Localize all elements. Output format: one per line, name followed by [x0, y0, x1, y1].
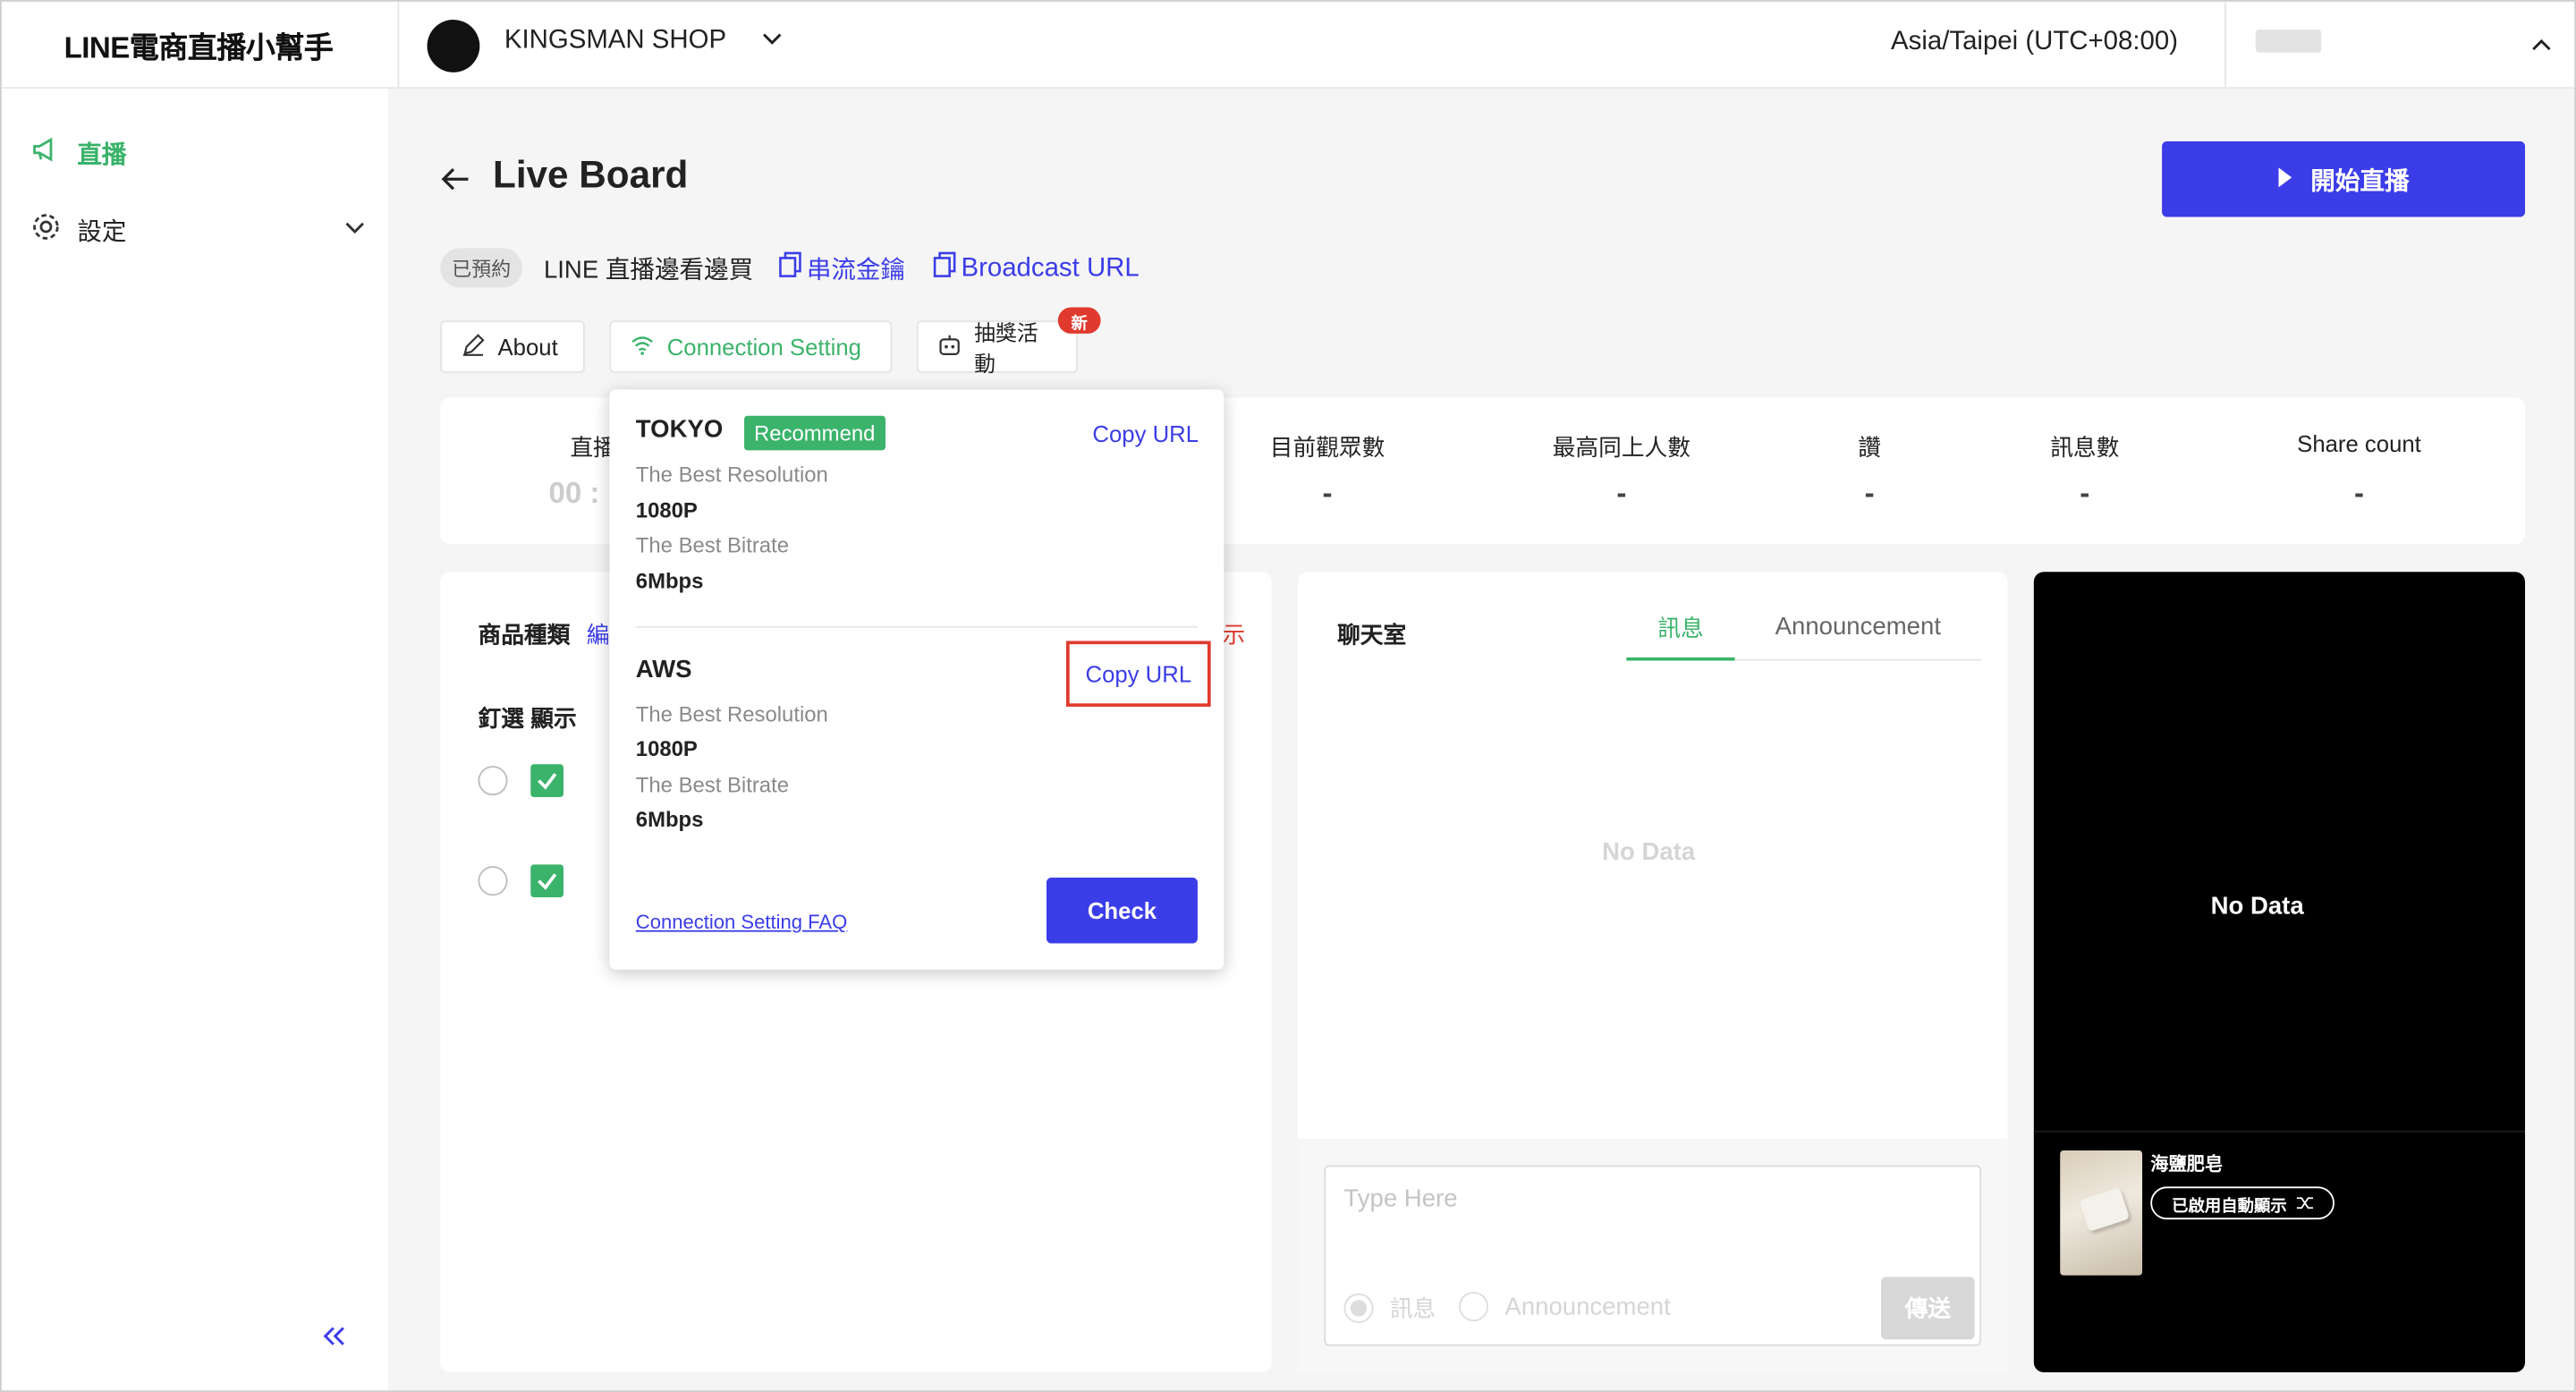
- connection-setting-popup: TOKYO Recommend Copy URL The Best Resolu…: [609, 389, 1224, 970]
- recommend-badge: Recommend: [744, 415, 886, 451]
- chevron-down-icon[interactable]: [759, 25, 785, 60]
- stat-value-duration: 00 :: [548, 476, 600, 510]
- top-bar: LINE電商直播小幫手 KINGSMAN SHOP Asia/Taipei (U…: [1, 1, 2575, 89]
- send-button[interactable]: 傳送: [1881, 1277, 1975, 1340]
- chat-empty-text: No Data: [1602, 837, 1696, 867]
- stat-label-likes: 讚: [1858, 433, 1882, 461]
- sidebar-item-settings[interactable]: 設定: [31, 212, 369, 250]
- chat-title: 聊天室: [1337, 621, 1407, 648]
- check-button[interactable]: Check: [1046, 878, 1198, 944]
- products-show-link[interactable]: 示: [1223, 618, 1246, 651]
- broadcast-url-label: Broadcast URL: [961, 253, 1140, 283]
- timezone-label: Asia/Taipei (UTC+08:00): [1891, 28, 2179, 56]
- copy-url-aws[interactable]: Copy URL: [1066, 641, 1211, 707]
- broadcast-url-link[interactable]: Broadcast URL: [933, 251, 1140, 286]
- stat-value-likes: -: [1864, 476, 1875, 510]
- radio-message-label: 訊息: [1389, 1294, 1436, 1322]
- chat-tab-announcement[interactable]: Announcement: [1734, 613, 1982, 661]
- collapse-sidebar-icon[interactable]: [318, 1321, 348, 1359]
- megaphone-icon: [31, 135, 61, 173]
- chat-input-box[interactable]: Type Here 訊息 Announcement 傳送: [1324, 1165, 1982, 1346]
- stat-value-share: -: [2353, 476, 2365, 510]
- tab-about[interactable]: About: [440, 320, 585, 374]
- sidebar-item-label: 設定: [77, 218, 127, 247]
- shuffle-icon: [2296, 1188, 2314, 1218]
- copy-icon: [933, 251, 956, 286]
- status-badge: 已預約: [440, 248, 523, 288]
- radio-message[interactable]: 訊息: [1343, 1292, 1436, 1325]
- sidebar-item-live[interactable]: 直播: [31, 135, 127, 173]
- start-live-button[interactable]: 開始直播: [2162, 140, 2526, 217]
- radio-selected-icon: [1343, 1293, 1374, 1323]
- auto-display-label: 已啟用自動顯示: [2172, 1197, 2287, 1216]
- res-label-aws: The Best Resolution: [635, 701, 828, 726]
- stat-value-viewers: -: [1322, 476, 1333, 510]
- display-checkbox[interactable]: [530, 864, 564, 898]
- chat-input-placeholder: Type Here: [1343, 1184, 1458, 1213]
- connection-faq-link[interactable]: Connection Setting FAQ: [636, 911, 847, 934]
- chevron-up-icon[interactable]: [2529, 31, 2555, 66]
- radio-announcement[interactable]: Announcement: [1458, 1291, 1671, 1322]
- chevron-down-icon: [342, 214, 368, 249]
- products-edit-link[interactable]: 編: [587, 618, 610, 651]
- chat-tab-messages[interactable]: 訊息: [1626, 611, 1735, 661]
- bitrate-value-aws: 6Mbps: [635, 807, 704, 832]
- copy-url-tokyo[interactable]: Copy URL: [1092, 420, 1199, 446]
- stat-label-share: Share count: [2297, 430, 2421, 457]
- server-name-tokyo: TOKYO: [635, 415, 724, 445]
- display-checkbox[interactable]: [530, 764, 564, 797]
- radio-unselected-icon: [1458, 1291, 1489, 1322]
- products-title: 商品種類: [478, 621, 571, 648]
- gear-icon: [31, 212, 61, 250]
- display-column-label: 顯示: [530, 705, 577, 732]
- video-empty-text: No Data: [2210, 892, 2304, 921]
- stream-key-label: 串流金鑰: [806, 256, 906, 284]
- pin-radio[interactable]: [478, 766, 508, 796]
- stat-value-peak: -: [1616, 476, 1627, 510]
- res-value-tokyo: 1080P: [635, 497, 698, 523]
- app-logo[interactable]: LINE電商直播小幫手: [64, 25, 334, 68]
- video-preview: No Data 海鹽肥皂 已啟用自動顯示: [2033, 572, 2526, 1372]
- bitrate-label-aws: The Best Bitrate: [635, 772, 790, 797]
- user-avatar-blurred[interactable]: [2255, 30, 2322, 53]
- back-arrow-icon[interactable]: [438, 163, 471, 204]
- stream-key-link[interactable]: 串流金鑰: [779, 251, 905, 286]
- robot-icon: [938, 333, 962, 361]
- pencil-icon: [462, 333, 485, 361]
- pin-radio[interactable]: [478, 866, 508, 896]
- server-name-aws: AWS: [635, 656, 692, 684]
- tab-about-label: About: [497, 333, 558, 361]
- wifi-icon: [631, 334, 654, 360]
- start-live-label: 開始直播: [2310, 166, 2410, 195]
- res-label-tokyo: The Best Resolution: [635, 462, 828, 487]
- chat-card: 聊天室 訊息 Announcement No Data Type Here 訊息…: [1297, 572, 2008, 1372]
- divider: [635, 625, 1198, 628]
- bitrate-value-tokyo: 6Mbps: [635, 568, 704, 594]
- stat-label-peak: 最高同上人數: [1552, 433, 1690, 461]
- tab-connection-label: Connection Setting: [666, 333, 862, 361]
- tab-lottery-label: 抽獎活動: [974, 320, 1038, 377]
- bitrate-label-tokyo: The Best Bitrate: [635, 532, 790, 557]
- auto-display-pill[interactable]: 已啟用自動顯示: [2150, 1186, 2334, 1220]
- new-badge: 新: [1057, 307, 1101, 334]
- shop-name[interactable]: KINGSMAN SHOP: [504, 26, 726, 55]
- tab-connection-setting[interactable]: Connection Setting: [609, 320, 893, 374]
- product-name: 海鹽肥皂: [2150, 1155, 2224, 1176]
- pin-column-label: 釘選: [478, 705, 524, 732]
- copy-icon: [779, 251, 802, 286]
- page-title: Live Board: [493, 152, 689, 196]
- live-name: LINE 直播邊看邊買: [543, 256, 754, 284]
- stat-label-messages: 訊息數: [2050, 433, 2120, 461]
- product-thumbnail: [2060, 1150, 2143, 1276]
- res-value-aws: 1080P: [635, 736, 698, 761]
- shop-avatar: [427, 20, 480, 72]
- product-overlay: [2033, 1130, 2526, 1133]
- tab-lottery[interactable]: 抽獎活動: [916, 320, 1078, 377]
- sidebar: 直播 設定: [1, 89, 388, 1391]
- stat-label-viewers: 目前觀眾數: [1269, 433, 1385, 461]
- stat-value-messages: -: [2080, 476, 2090, 510]
- play-icon: [2278, 166, 2294, 193]
- radio-announcement-label: Announcement: [1504, 1292, 1671, 1321]
- sidebar-item-label: 直播: [77, 140, 127, 170]
